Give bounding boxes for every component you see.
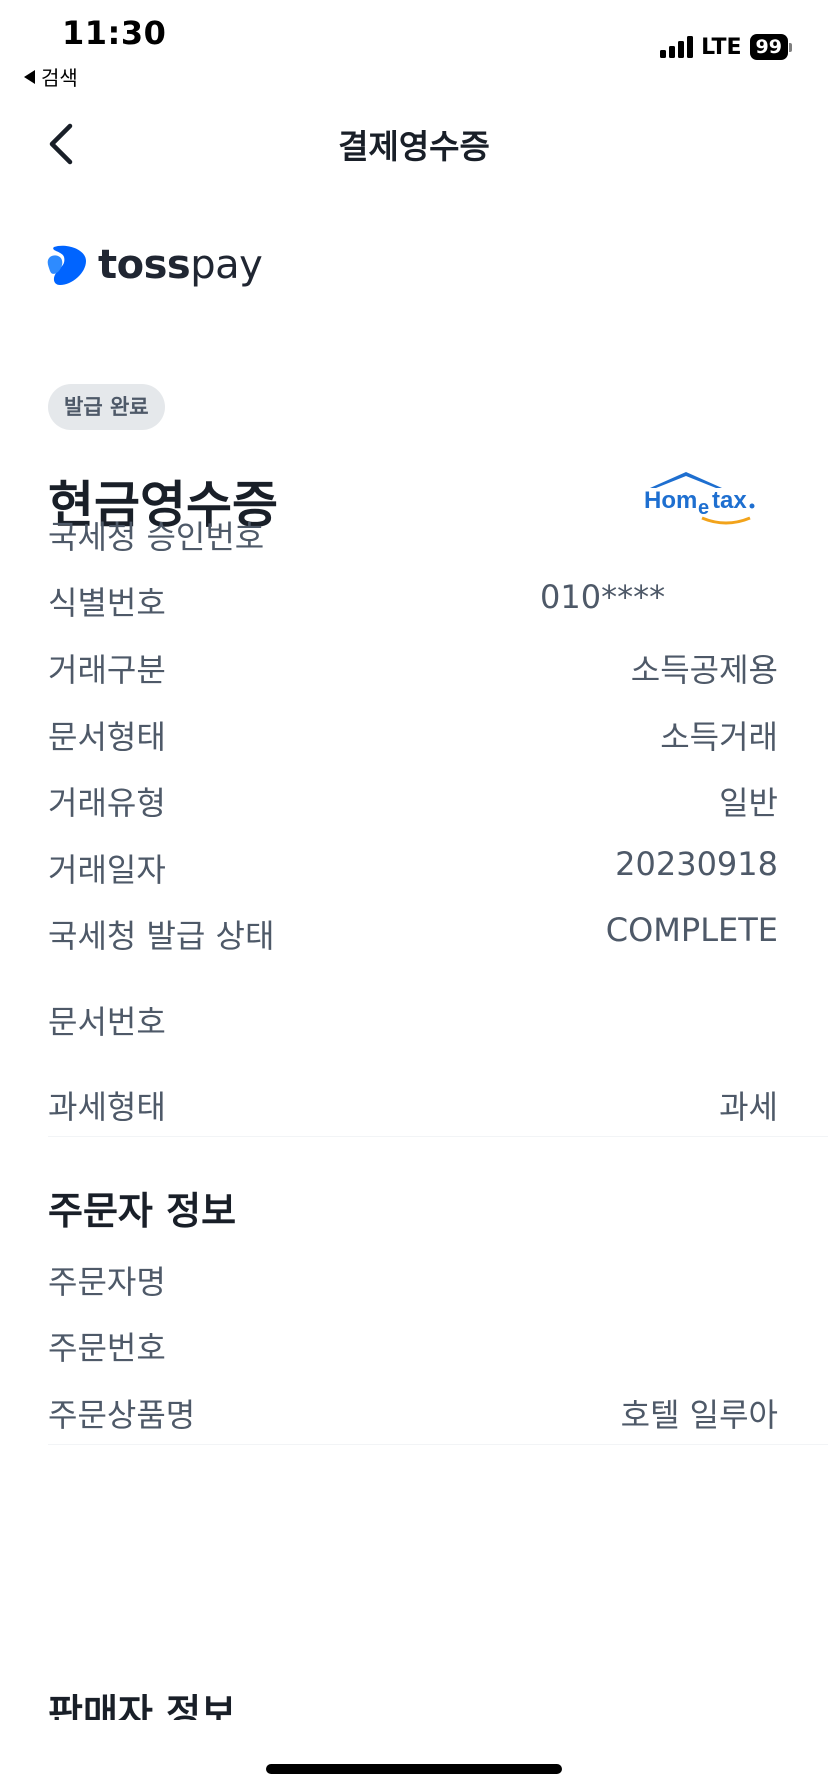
- row-label-transaction-category: 거래구분: [48, 651, 166, 689]
- svg-text:tax: tax: [712, 487, 747, 514]
- row-label-transaction-date: 거래일자: [48, 851, 166, 889]
- row-label-tax-type: 과세형태: [48, 1088, 166, 1126]
- status-indicators: LTE 99: [660, 34, 792, 60]
- orderer-section-title: 주문자 정보: [48, 1189, 237, 1233]
- home-indicator[interactable]: [266, 1764, 562, 1774]
- battery-icon: 99: [749, 34, 792, 60]
- seller-section-title: 판매자 정보: [48, 1694, 237, 1720]
- status-time: 11:30: [62, 14, 167, 52]
- toss-logo-icon: [47, 245, 86, 285]
- hometax-logo: Hom e tax: [644, 472, 755, 525]
- row-value-id-number: 010****: [540, 578, 666, 616]
- divider: [48, 1444, 828, 1445]
- tosspay-logo: tosspay: [46, 242, 263, 288]
- svg-text:e: e: [698, 497, 709, 519]
- row-label-order-number: 주문번호: [48, 1329, 166, 1367]
- row-value-transaction-date: 20230918: [615, 845, 778, 883]
- logo-text: tosspay: [98, 242, 263, 288]
- status-badge: 발급 완료: [48, 384, 165, 430]
- back-triangle-icon: [24, 69, 35, 84]
- row-label-transaction-kind: 거래유형: [48, 784, 166, 822]
- row-value-transaction-kind: 일반: [719, 784, 778, 822]
- row-value-document-type: 소득거래: [660, 718, 778, 756]
- row-label-product-name: 주문상품명: [48, 1396, 196, 1434]
- divider: [48, 1136, 828, 1137]
- row-value-tax-type: 과세: [719, 1088, 778, 1126]
- row-label-orderer-name: 주문자명: [48, 1263, 166, 1301]
- page-title: 결제영수증: [338, 127, 490, 166]
- network-type: LTE: [701, 34, 742, 60]
- row-value-product-name: 호텔 일루아: [620, 1396, 778, 1434]
- row-label-id-number: 식별번호: [48, 584, 166, 622]
- row-value-issue-status: COMPLETE: [605, 911, 778, 949]
- back-app-label: 검색: [41, 66, 78, 90]
- row-label-issue-status: 국세청 발급 상태: [48, 917, 275, 955]
- row-value-transaction-category: 소득공제용: [630, 651, 778, 689]
- row-label-document-number: 문서번호: [48, 1003, 166, 1041]
- signal-icon: [660, 36, 694, 58]
- row-label-approval-number: 국세청 승인번호: [48, 518, 265, 556]
- svg-text:Hom: Hom: [644, 487, 697, 514]
- battery-level: 99: [749, 34, 788, 60]
- seller-section-title-wrap: 판매자 정보: [48, 1694, 448, 1720]
- back-to-app-link[interactable]: 검색: [24, 62, 78, 91]
- row-label-document-type: 문서형태: [48, 718, 166, 756]
